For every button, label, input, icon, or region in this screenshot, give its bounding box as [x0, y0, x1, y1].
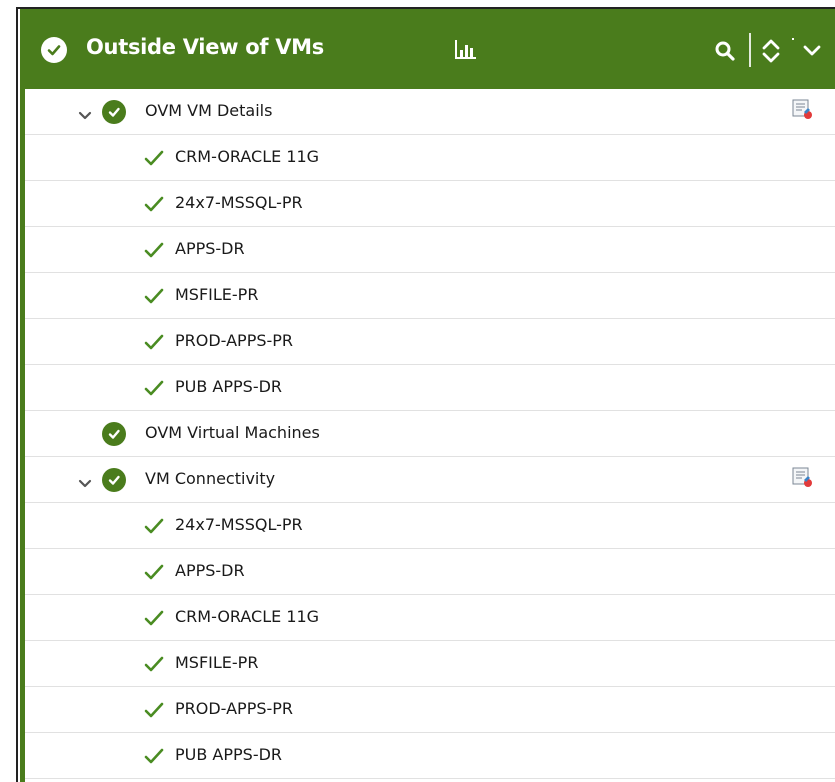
tree-item-row[interactable]: 24x7-MSSQL-PR: [25, 181, 835, 227]
tree-item-label: PROD-APPS-PR: [175, 699, 294, 718]
tree-item-row[interactable]: 24x7-MSSQL-PR: [25, 503, 835, 549]
tree-group-label: OVM Virtual Machines: [145, 423, 320, 442]
tree-item-row[interactable]: APPS-DR: [25, 227, 835, 273]
chevron-down-icon[interactable]: [78, 106, 92, 120]
tree-item-label: 24x7-MSSQL-PR: [175, 515, 303, 534]
checkmark-icon: [143, 563, 165, 581]
checkmark-icon: [143, 379, 165, 397]
tree-group-label: VM Connectivity: [145, 469, 276, 488]
header-divider: [749, 33, 751, 67]
search-icon[interactable]: [713, 39, 737, 63]
tree-item-label: PUB APPS-DR: [175, 745, 283, 764]
tree-group-label: OVM VM Details: [145, 101, 273, 120]
checkmark-icon: [143, 241, 165, 259]
vm-tree: OVM VM Details CRM-ORACLE 11G 24x7-MSSQL-P…: [25, 89, 835, 782]
checkmark-icon: [143, 149, 165, 167]
tree-item-row[interactable]: PUB APPS-DR: [25, 365, 835, 411]
check-circle-icon: [102, 100, 126, 124]
header-dot: [792, 38, 794, 40]
tree-item-label: CRM-ORACLE 11G: [175, 147, 320, 166]
tree-group-row[interactable]: OVM Virtual Machines: [25, 411, 835, 457]
tree-group-row[interactable]: OVM VM Details: [25, 89, 835, 135]
tree-item-label: PUB APPS-DR: [175, 377, 283, 396]
tree-item-label: MSFILE-PR: [175, 285, 259, 304]
panel-header: Outside View of VMs: [25, 9, 835, 89]
tree-item-row[interactable]: PROD-APPS-PR: [25, 319, 835, 365]
tree-item-label: PROD-APPS-PR: [175, 331, 294, 350]
checkmark-icon: [143, 747, 165, 765]
details-report-icon[interactable]: [791, 98, 815, 122]
tree-item-row[interactable]: PROD-APPS-PR: [25, 687, 835, 733]
tree-item-label: CRM-ORACLE 11G: [175, 607, 320, 626]
chevron-down-icon[interactable]: [78, 474, 92, 488]
panel-title: Outside View of VMs: [86, 35, 324, 59]
sort-icon[interactable]: [758, 34, 784, 68]
details-report-icon[interactable]: [791, 466, 815, 490]
tree-item-label: 24x7-MSSQL-PR: [175, 193, 303, 212]
outside-view-panel: Outside View of VMs OVM VM Details CRM-O…: [20, 9, 835, 782]
chevron-down-icon[interactable]: [801, 41, 823, 61]
checkmark-icon: [143, 333, 165, 351]
tree-group-row[interactable]: VM Connectivity: [25, 457, 835, 503]
checkmark-icon: [143, 195, 165, 213]
checkmark-icon: [143, 517, 165, 535]
tree-item-label: APPS-DR: [175, 239, 245, 258]
tree-item-row[interactable]: MSFILE-PR: [25, 273, 835, 319]
window-frame: Outside View of VMs OVM VM Details CRM-O…: [16, 7, 835, 782]
tree-item-row[interactable]: APPS-DR: [25, 549, 835, 595]
check-circle-icon: [41, 37, 67, 63]
checkmark-icon: [143, 287, 165, 305]
tree-item-row[interactable]: CRM-ORACLE 11G: [25, 135, 835, 181]
check-circle-icon: [102, 468, 126, 492]
checkmark-icon: [143, 701, 165, 719]
checkmark-icon: [143, 609, 165, 627]
tree-item-label: APPS-DR: [175, 561, 245, 580]
checkmark-icon: [143, 655, 165, 673]
tree-item-label: MSFILE-PR: [175, 653, 259, 672]
tree-item-row[interactable]: CRM-ORACLE 11G: [25, 595, 835, 641]
check-circle-icon: [102, 422, 126, 446]
tree-item-row[interactable]: PUB APPS-DR: [25, 733, 835, 779]
tree-item-row[interactable]: MSFILE-PR: [25, 641, 835, 687]
bar-chart-icon[interactable]: [453, 37, 479, 63]
